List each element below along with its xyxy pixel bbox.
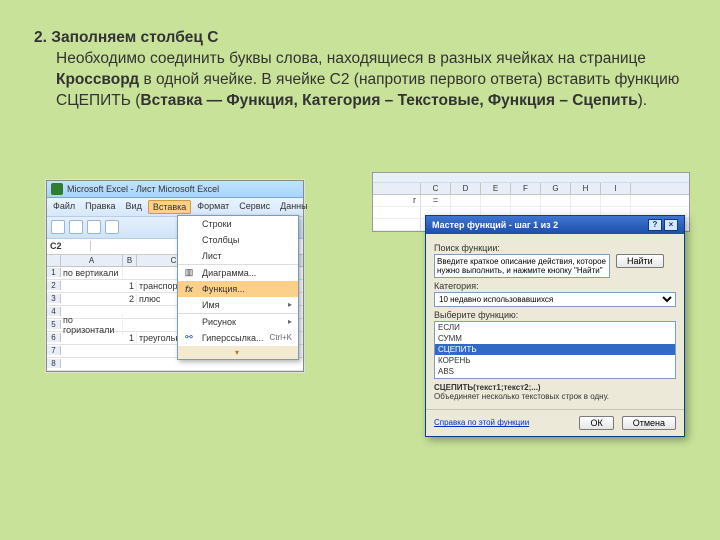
menu-файл[interactable]: Файл <box>49 200 79 214</box>
menu-item[interactable]: fxФункция... <box>178 281 298 297</box>
chevron-down-icon[interactable]: ▾ <box>235 348 239 357</box>
window-title: Microsoft Excel - Лист Microsoft Excel <box>67 184 219 194</box>
close-icon[interactable]: × <box>664 219 678 231</box>
menu-item[interactable]: Рисунок▸ <box>178 313 298 330</box>
menu-вставка[interactable]: Вставка <box>148 200 191 214</box>
category-label: Категория: <box>434 281 676 291</box>
menu-формат[interactable]: Формат <box>193 200 233 214</box>
menu-item[interactable]: Лист <box>178 248 298 264</box>
step-title: Заполняем столбец С <box>51 29 218 46</box>
menu-вид[interactable]: Вид <box>122 200 146 214</box>
select-function-label: Выберите функцию: <box>434 310 676 320</box>
list-item[interactable]: СЦЕПИТЬ <box>435 344 675 355</box>
menu-данны[interactable]: Данны <box>276 200 312 214</box>
list-item[interactable]: СУММ <box>435 333 675 344</box>
toolbar-button[interactable] <box>105 220 119 234</box>
list-item[interactable]: КОРЕНЬ <box>435 355 675 366</box>
help-link[interactable]: Справка по этой функции <box>434 418 529 427</box>
insert-menu-dropdown: СтрокиСтолбцыЛист▥Диаграмма...fxФункция.… <box>177 215 299 360</box>
screenshot-function-wizard: C D E F G H I r= Мастер функций - шаг 1 … <box>372 172 690 232</box>
toolbar-button[interactable] <box>51 220 65 234</box>
menu-item[interactable]: ⚯Гиперссылка...Ctrl+K <box>178 330 298 346</box>
menu-item[interactable]: ▥Диаграмма... <box>178 264 298 281</box>
dialog-titlebar: Мастер функций - шаг 1 из 2 ? × <box>426 216 684 234</box>
excel-icon <box>51 183 63 195</box>
help-icon[interactable]: ? <box>648 219 662 231</box>
list-item[interactable]: ABS <box>435 366 675 377</box>
cancel-button[interactable]: Отмена <box>622 416 676 430</box>
instruction-text: 2. Заполняем столбец С Необходимо соедин… <box>34 28 686 112</box>
menu-item[interactable]: Строки <box>178 216 298 232</box>
list-item[interactable]: СРЗНАЧ <box>435 377 675 379</box>
function-description: Объединяет несколько текстовых строк в о… <box>434 392 609 401</box>
chart-icon: ▥ <box>182 267 196 279</box>
screenshot-excel-menu: Microsoft Excel - Лист Microsoft Excel Ф… <box>46 180 304 372</box>
menu-сервис[interactable]: Сервис <box>235 200 274 214</box>
function-wizard-dialog: Мастер функций - шаг 1 из 2 ? × Поиск фу… <box>425 215 685 437</box>
name-box[interactable]: C2 <box>47 241 91 251</box>
category-select[interactable]: 10 недавно использовавшихся <box>434 292 676 307</box>
fx-icon: fx <box>182 283 196 295</box>
function-listbox[interactable]: ЕСЛИСУММСЦЕПИТЬКОРЕНЬABSСРЗНАЧГИПЕРССЫЛК… <box>434 321 676 379</box>
menu-правка[interactable]: Правка <box>81 200 119 214</box>
list-item[interactable]: ЕСЛИ <box>435 322 675 333</box>
search-label: Поиск функции: <box>434 243 676 253</box>
find-button[interactable]: Найти <box>616 254 664 268</box>
toolbar-button[interactable] <box>69 220 83 234</box>
window-titlebar: Microsoft Excel - Лист Microsoft Excel <box>47 181 303 198</box>
toolbar-button[interactable] <box>87 220 101 234</box>
menu-item[interactable]: Имя▸ <box>178 297 298 313</box>
dialog-title: Мастер функций - шаг 1 из 2 <box>432 220 558 230</box>
search-input[interactable]: Введите краткое описание действия, котор… <box>434 254 610 278</box>
link-icon: ⚯ <box>182 332 196 344</box>
ok-button[interactable]: ОК <box>579 416 613 430</box>
menu-item[interactable]: Столбцы <box>178 232 298 248</box>
function-signature: СЦЕПИТЬ(текст1;текст2;...) <box>434 383 541 392</box>
step-number: 2. <box>34 29 47 46</box>
